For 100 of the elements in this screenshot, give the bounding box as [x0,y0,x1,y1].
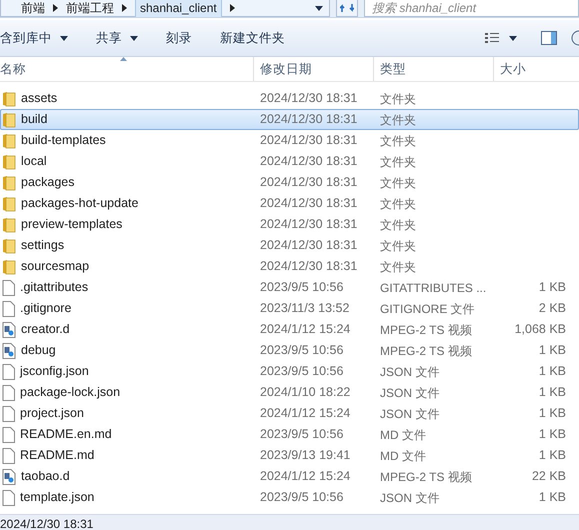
file-row[interactable]: .gitattributes 2023/9/5 10:56 GITATTRIBUTES ... 1 KB [0,277,579,298]
file-row[interactable]: packages 2024/12/30 18:31 文件夹 [0,172,579,193]
list-view-icon [485,32,499,44]
modified-date: 2024/1/12 15:24 [259,321,352,338]
file-name: .gitignore [20,300,72,318]
file-size: 1,068 KB [514,321,566,338]
file-row[interactable]: README.en.md 2023/9/5 10:56 MD 文件 1 KB [0,424,579,445]
file-name: packages-hot-update [21,195,138,212]
file-type: 文件夹 [379,238,417,254]
file-row[interactable]: preview-templates 2024/12/30 18:31 文件夹 [0,214,579,235]
file-type: 文件夹 [379,174,417,192]
file-type: 文件夹 [379,132,417,150]
file-type: MPEG-2 TS 视频 [379,468,473,486]
folder-icon [2,174,16,190]
file-name: assets [21,90,58,108]
breadcrumb[interactable]: 前端工程 [66,0,114,17]
file-row[interactable]: .gitignore 2023/11/3 13:52 GITIGNORE 文件 2 KB [0,298,579,319]
address-bar[interactable]: 前端 前端工程 shanhai_client [0,0,330,17]
file-name: taobao.d [21,468,70,486]
modified-date: 2024/12/30 18:31 [259,216,358,234]
file-size: 1 KB [538,447,566,464]
file-name: template.json [20,489,94,506]
file-name: build [21,111,48,128]
file-size: 2 KB [538,300,566,318]
search-field[interactable]: 搜索 shanhai_client [364,0,579,17]
file-size: 1 KB [538,426,566,444]
file-type: MPEG-2 TS 视频 [379,322,473,338]
file-type: 文件夹 [379,258,417,276]
toolbar-button[interactable]: 含到库中 [0,28,96,48]
caret-icon [315,6,323,10]
file-row[interactable]: assets 2024/12/30 18:31 文件夹 [0,88,579,109]
modified-date: 2023/11/3 13:52 [259,300,350,318]
modified-date: 2023/9/13 19:41 [259,447,352,464]
file-row[interactable]: creator.d 2024/1/12 15:24 MPEG-2 TS 视频 1,068 KB [0,319,579,340]
file-type: JSON 文件 [379,406,440,422]
modified-date: 2023/9/5 10:56 [259,363,344,380]
file-type: MD 文件 [379,448,427,464]
file-type: MPEG-2 TS 视频 [379,342,473,360]
file-row[interactable]: local 2024/12/30 18:31 文件夹 [0,151,579,172]
help-icon[interactable] [571,30,579,46]
refresh-button[interactable] [336,0,358,17]
file-name: README.md [20,447,94,464]
file-name: build-templates [21,132,106,150]
file-row[interactable]: jsconfig.json 2023/9/5 10:56 JSON 文件 1 KB [0,361,579,382]
caret-icon [509,36,517,40]
sort-arrow-icon [120,57,127,61]
breadcrumb[interactable]: 前端 [21,0,45,17]
pane-icon [541,31,557,45]
file-name: local [21,153,47,170]
column-header[interactable]: 类型 [374,57,494,81]
file-row[interactable]: build 2024/12/30 18:31 文件夹 [0,109,579,130]
file-row[interactable]: settings 2024/12/30 18:31 文件夹 [0,235,579,256]
view-options-button[interactable] [485,32,517,44]
modified-date: 2023/9/5 10:56 [259,489,344,506]
file-type: MD 文件 [379,426,427,444]
file-size: 1 KB [538,405,566,422]
file-type: 文件夹 [379,154,417,170]
toolbar-button[interactable]: 共享 [96,28,166,48]
breadcrumb[interactable]: shanhai_client [135,0,222,17]
file-row[interactable]: project.json 2024/1/12 15:24 JSON 文件 1 KB [0,403,579,424]
modified-date: 2024/12/30 18:31 [259,258,358,276]
modified-date: 2024/12/30 18:31 [259,90,358,108]
modified-date: 2024/1/12 15:24 [259,468,352,486]
modified-date: 2024/12/30 18:31 [259,132,358,150]
file-name: debug [21,342,56,360]
file-type: 文件夹 [379,216,417,234]
file-row[interactable]: taobao.d 2024/1/12 15:24 MPEG-2 TS 视频 22 KB [0,466,579,487]
file-size: 1 KB [538,279,566,296]
folder-icon [2,216,16,232]
file-size: 22 KB [532,468,566,486]
file-name: .gitattributes [20,279,88,296]
file-row[interactable]: sourcesmap 2024/12/30 18:31 文件夹 [0,256,579,277]
file-row[interactable]: template.json 2023/9/5 10:56 JSON 文件 1 KB [0,487,579,508]
toolbar-button[interactable]: 新建文件夹 [220,28,313,48]
folder-icon [2,238,16,254]
file-type: 文件夹 [379,112,417,128]
modified-date: 2023/9/5 10:56 [259,426,344,444]
file-type: GITIGNORE 文件 [379,300,476,318]
file-row[interactable]: build-templates 2024/12/30 18:31 文件夹 [0,130,579,151]
column-header[interactable]: 修改日期 [254,57,374,81]
refresh-icon [340,3,354,13]
column-header[interactable]: 大小 [494,57,579,81]
file-type: GITATTRIBUTES ... [379,280,488,296]
file-size: 1 KB [538,363,566,380]
status-text: 2024/12/30 18:31 [0,517,94,530]
modified-date: 2024/1/10 18:22 [259,384,352,402]
file-name: sourcesmap [21,258,90,276]
file-row[interactable]: debug 2023/9/5 10:56 MPEG-2 TS 视频 1 KB [0,340,579,361]
file-row[interactable]: packages-hot-update 2024/12/30 18:31 文件夹 [0,193,579,214]
folder-icon [2,90,16,106]
folder-icon [2,154,16,170]
file-size: 1 KB [538,489,566,506]
modified-date: 2023/9/5 10:56 [259,342,344,360]
modified-date: 2024/12/30 18:31 [259,153,358,170]
modified-date: 2024/1/12 15:24 [259,405,352,422]
file-name: packages [21,174,75,192]
file-name: jsconfig.json [20,363,89,380]
file-row[interactable]: README.md 2023/9/13 19:41 MD 文件 1 KB [0,445,579,466]
toolbar-button[interactable]: 刻录 [166,28,220,48]
file-row[interactable]: package-lock.json 2024/1/10 18:22 JSON 文件 1 KB [0,382,579,403]
